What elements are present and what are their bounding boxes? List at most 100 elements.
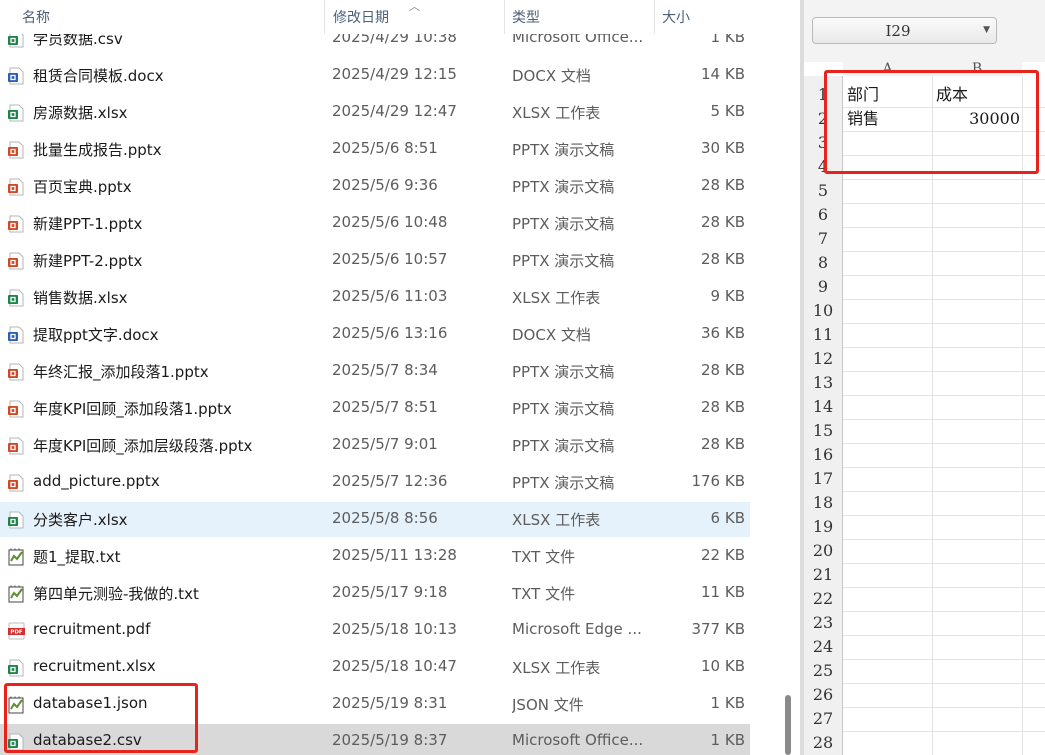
file-name[interactable]: add_picture.pptx (33, 472, 160, 490)
file-name[interactable]: database2.csv (33, 731, 142, 749)
row-header[interactable]: 26 (804, 683, 842, 707)
file-name[interactable]: 年度KPI回顾_添加层级段落.pptx (33, 435, 252, 456)
column-header-type[interactable]: 类型 (512, 7, 540, 27)
file-name[interactable]: 提取ppt文字.docx (33, 324, 159, 345)
column-header-b[interactable]: B (932, 62, 1022, 76)
gridline (843, 683, 1045, 684)
row-header[interactable]: 22 (804, 587, 842, 611)
row-header[interactable]: 5 (804, 179, 842, 203)
file-name[interactable]: 批量生成报告.pptx (33, 139, 162, 160)
name-box[interactable]: I29 ▼ (812, 17, 997, 44)
row-header[interactable]: 12 (804, 347, 842, 371)
row-header[interactable]: 19 (804, 515, 842, 539)
file-row[interactable]: 租赁合同模板.docx 2025/4/29 12:15 DOCX 文档 14 KB (0, 58, 750, 93)
file-row[interactable]: 年度KPI回顾_添加段落1.pptx 2025/5/7 8:51 PPTX 演示文稿… (0, 391, 750, 426)
column-header-size[interactable]: 大小 (662, 7, 690, 27)
file-name[interactable]: 销售数据.xlsx (33, 287, 128, 308)
column-header-name[interactable]: 名称 (22, 7, 50, 27)
row-header[interactable]: 13 (804, 371, 842, 395)
pdf-icon: PDF (8, 622, 25, 640)
row-header[interactable]: 10 (804, 299, 842, 323)
gridline (843, 203, 1045, 204)
file-row[interactable]: 题1_提取.txt 2025/5/11 13:28 TXT 文件 22 KB (0, 539, 750, 574)
scrollbar-thumb[interactable] (785, 695, 791, 755)
gridline (843, 323, 1045, 324)
scrollbar-track[interactable] (760, 0, 800, 755)
file-row[interactable]: recruitment.xlsx 2025/5/18 10:47 XLSX 工作表 1… (0, 650, 750, 685)
row-header[interactable]: 25 (804, 659, 842, 683)
row-header[interactable]: 21 (804, 563, 842, 587)
gridline (843, 539, 1045, 540)
cell-a2[interactable]: 销售 (847, 107, 879, 131)
file-name[interactable]: recruitment.xlsx (33, 657, 156, 675)
file-row[interactable]: 第四单元测验-我做的.txt 2025/5/17 9:18 TXT 文件 11 KB (0, 576, 750, 611)
file-size: 28 KB (701, 250, 745, 268)
row-header[interactable]: 18 (804, 491, 842, 515)
file-name[interactable]: 年度KPI回顾_添加段落1.pptx (33, 398, 232, 419)
column-header-a[interactable]: A (843, 62, 932, 76)
row-header[interactable]: 11 (804, 323, 842, 347)
file-name[interactable]: 新建PPT-1.pptx (33, 213, 142, 234)
file-name[interactable]: 年终汇报_添加段落1.pptx (33, 361, 209, 382)
file-row[interactable]: 百页宝典.pptx 2025/5/6 9:36 PPTX 演示文稿 28 KB (0, 169, 750, 204)
cell-a1[interactable]: 部门 (847, 83, 879, 107)
file-name[interactable]: 百页宝典.pptx (33, 176, 132, 197)
file-row[interactable]: 分类客户.xlsx 2025/5/8 8:56 XLSX 工作表 6 KB (0, 502, 750, 537)
file-row[interactable]: 新建PPT-2.pptx 2025/5/6 10:57 PPTX 演示文稿 28 KB (0, 243, 750, 278)
row-header[interactable]: 20 (804, 539, 842, 563)
row-header[interactable]: 17 (804, 467, 842, 491)
file-type: PPTX 演示文稿 (512, 141, 615, 159)
file-row[interactable]: 销售数据.xlsx 2025/5/6 11:03 XLSX 工作表 9 KB (0, 280, 750, 315)
gridline (843, 515, 1045, 516)
row-header[interactable]: 23 (804, 611, 842, 635)
file-row[interactable]: PDF recruitment.pdf 2025/5/18 10:13 Microso… (0, 613, 750, 648)
file-name[interactable]: recruitment.pdf (33, 620, 150, 638)
file-row[interactable]: 房源数据.xlsx 2025/4/29 12:47 XLSX 工作表 5 KB (0, 95, 750, 130)
column-header-date[interactable]: 修改日期 (333, 7, 389, 27)
file-row[interactable]: 年终汇报_添加段落1.pptx 2025/5/7 8:34 PPTX 演示文稿 28 … (0, 354, 750, 389)
gridline (843, 227, 1045, 228)
file-date: 2025/5/19 8:37 (332, 731, 448, 749)
row-header[interactable]: 1 (804, 83, 842, 107)
file-row[interactable]: 提取ppt文字.docx 2025/5/6 13:16 DOCX 文档 36 KB (0, 317, 750, 352)
file-row[interactable]: 年度KPI回顾_添加层级段落.pptx 2025/5/7 9:01 PPTX 演示文… (0, 428, 750, 463)
column-divider[interactable] (324, 0, 325, 34)
row-header[interactable]: 14 (804, 395, 842, 419)
file-row[interactable]: database2.csv 2025/5/19 8:37 Microsoft Off… (0, 724, 750, 755)
column-divider[interactable] (654, 0, 655, 34)
row-header[interactable]: 4 (804, 155, 842, 179)
column-divider[interactable] (504, 0, 505, 34)
file-name[interactable]: 租赁合同模板.docx (33, 65, 164, 86)
file-size: 176 KB (691, 472, 745, 490)
column-header-bar: 名称 ︿ 修改日期 类型 大小 (0, 0, 760, 34)
row-header[interactable]: 8 (804, 251, 842, 275)
file-name[interactable]: 分类客户.xlsx (33, 509, 128, 530)
file-row[interactable]: 新建PPT-1.pptx 2025/5/6 10:48 PPTX 演示文稿 28 KB (0, 206, 750, 241)
spreadsheet-grid[interactable]: A B 1 2 3 4 5 6 7 8 9 10 11 12 13 14 15 16 17 18 19 20 21 22 2… (804, 62, 1045, 755)
row-header[interactable]: 7 (804, 227, 842, 251)
file-name[interactable]: 房源数据.xlsx (33, 102, 128, 123)
file-date: 2025/5/6 11:03 (332, 287, 448, 305)
row-header[interactable]: 16 (804, 443, 842, 467)
row-header[interactable]: 2 (804, 107, 842, 131)
row-header[interactable]: 3 (804, 131, 842, 155)
gridline (843, 371, 1045, 372)
row-header[interactable]: 28 (804, 731, 842, 755)
file-name[interactable]: database1.json (33, 694, 148, 712)
file-row[interactable]: add_picture.pptx 2025/5/7 12:36 PPTX 演示文稿 1… (0, 465, 750, 500)
row-header[interactable]: 9 (804, 275, 842, 299)
file-size: 36 KB (701, 324, 745, 342)
file-name[interactable]: 第四单元测验-我做的.txt (33, 583, 199, 604)
file-size: 6 KB (710, 509, 745, 527)
file-name[interactable]: 新建PPT-2.pptx (33, 250, 142, 271)
row-header[interactable]: 27 (804, 707, 842, 731)
file-name[interactable]: 题1_提取.txt (33, 546, 120, 567)
cell-b2[interactable]: 30000 (932, 107, 1020, 131)
file-row[interactable]: database1.json 2025/5/19 8:31 JSON 文件 1 KB (0, 687, 750, 722)
row-header[interactable]: 24 (804, 635, 842, 659)
row-header[interactable]: 15 (804, 419, 842, 443)
cell-b1[interactable]: 成本 (936, 83, 968, 107)
row-header[interactable]: 6 (804, 203, 842, 227)
file-row[interactable]: 批量生成报告.pptx 2025/5/6 8:51 PPTX 演示文稿 30 KB (0, 132, 750, 167)
chevron-down-icon[interactable]: ▼ (983, 25, 990, 35)
